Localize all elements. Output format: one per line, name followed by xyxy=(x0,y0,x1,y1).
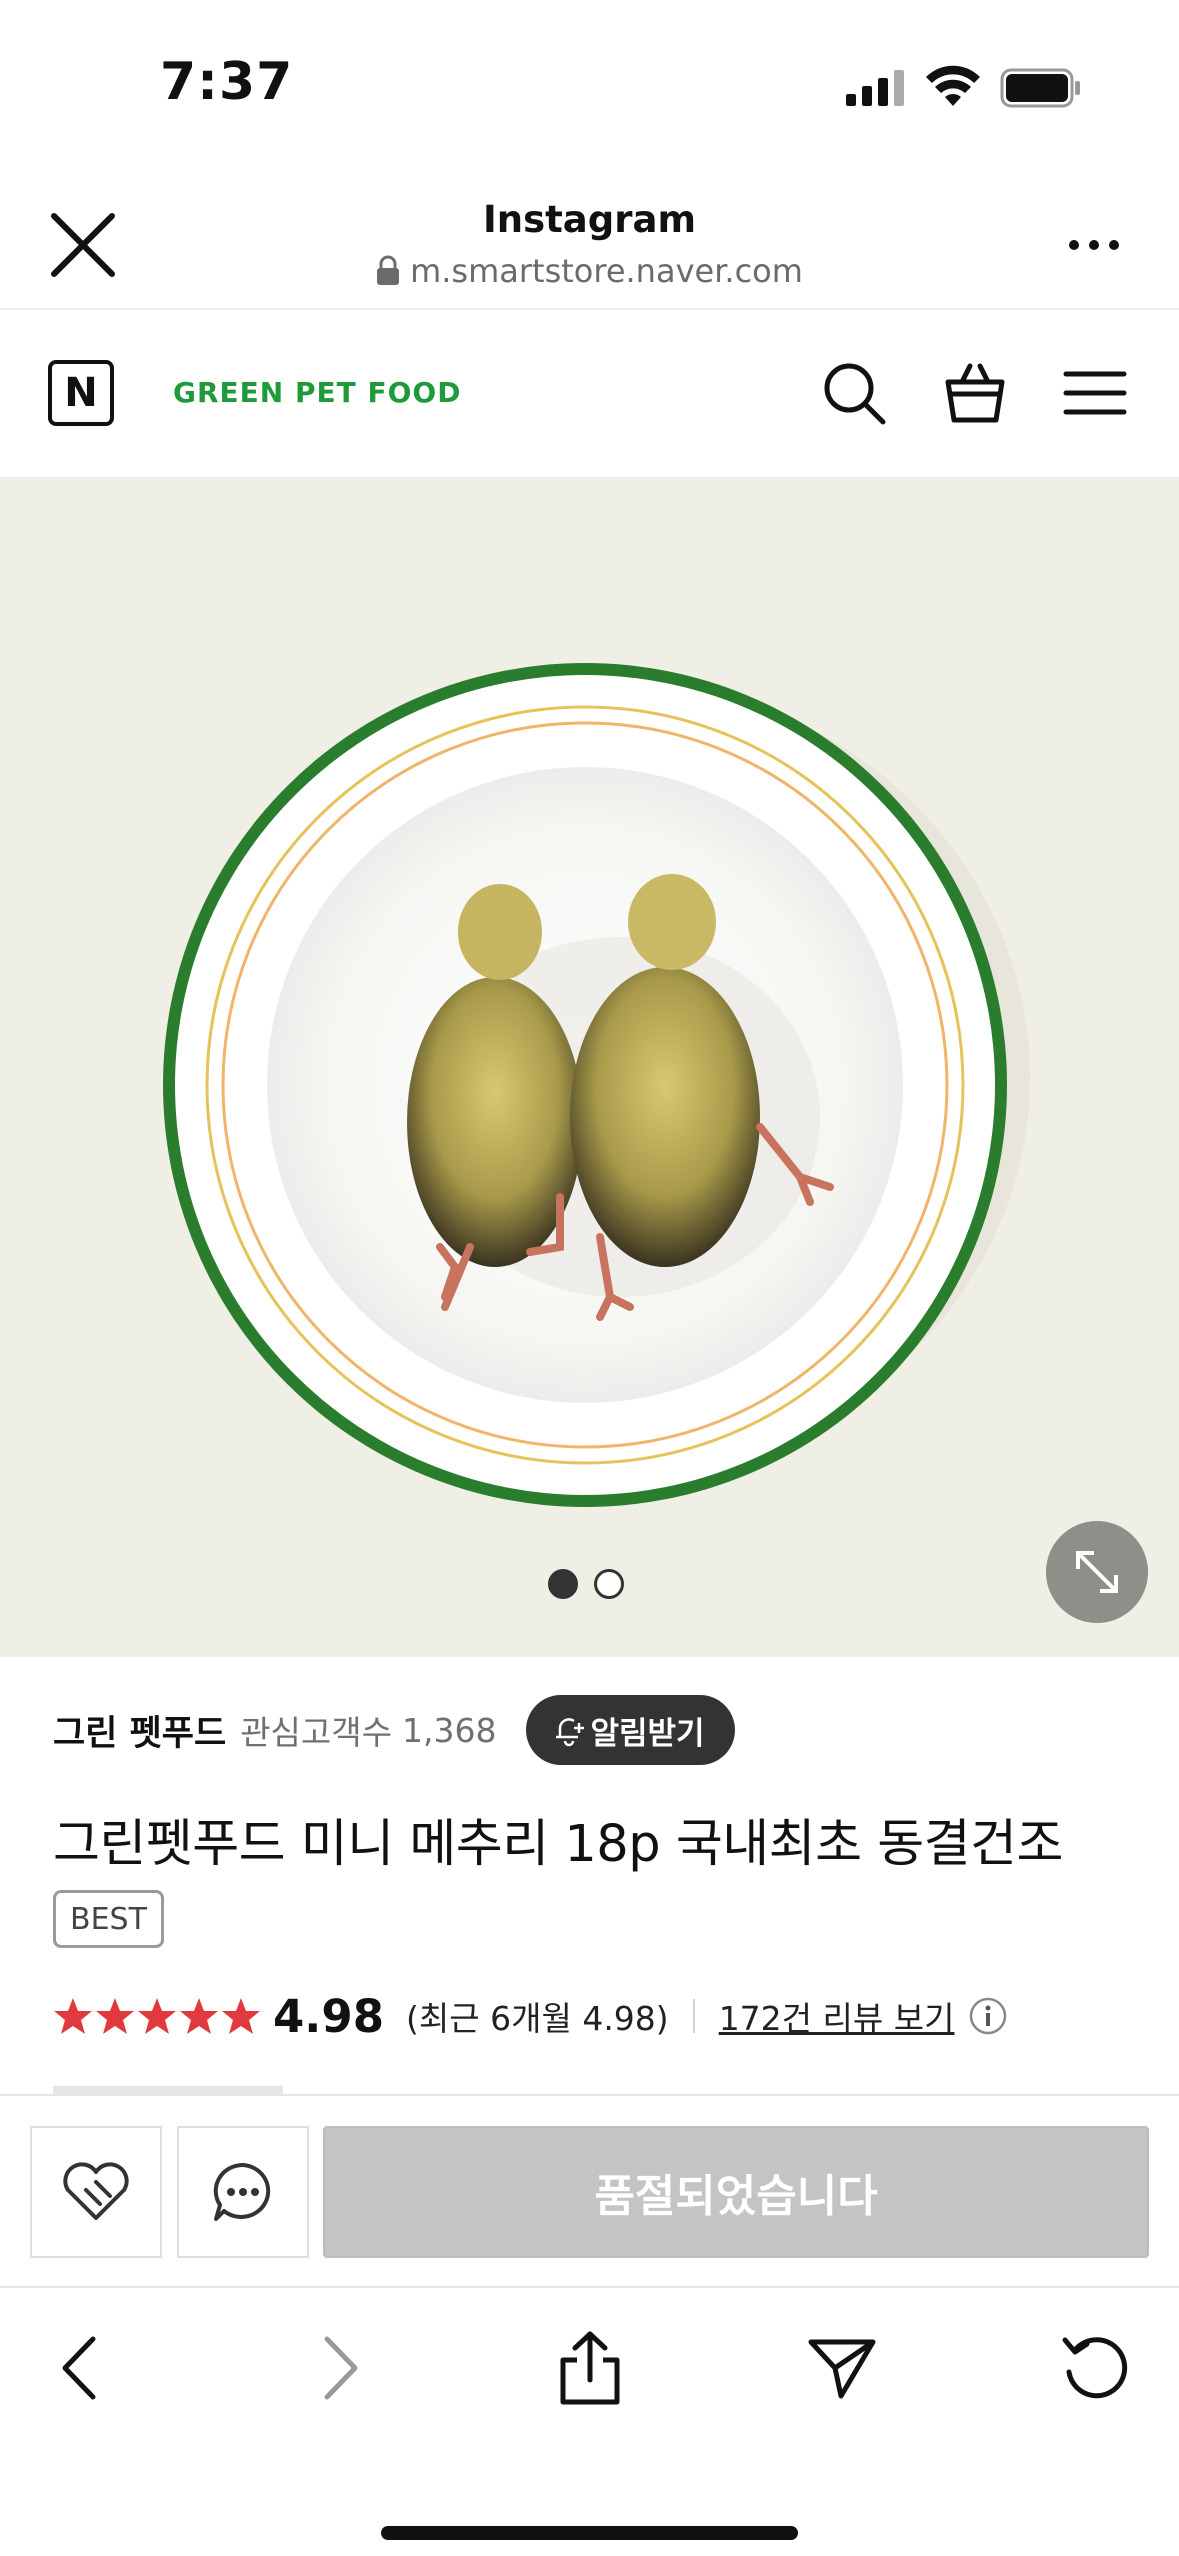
url-text: m.smartstore.naver.com xyxy=(410,252,803,290)
search-icon[interactable] xyxy=(819,358,889,428)
cellular-signal-icon xyxy=(846,70,904,106)
follower-label: 관심고객수 xyxy=(240,1713,392,1752)
bell-plus-icon xyxy=(556,1718,585,1747)
wishlist-button[interactable] xyxy=(30,2126,162,2258)
back-icon xyxy=(62,2336,96,2400)
in-app-browser-header: Instagram m.smartstore.naver.com xyxy=(0,170,1179,310)
status-time: 7:37 xyxy=(160,52,294,112)
recent-rating: (최근 6개월 4.98) xyxy=(406,1999,669,2038)
reload-button[interactable] xyxy=(1055,2328,1135,2408)
expand-icon[interactable] xyxy=(1046,1521,1148,1623)
talk-button[interactable] xyxy=(177,2126,309,2258)
wifi-icon xyxy=(926,65,980,106)
browser-title: Instagram xyxy=(482,198,697,241)
product-photo xyxy=(163,663,1030,1507)
best-badge: BEST xyxy=(53,1890,164,1948)
store-navigation: N GREEN PET FOOD xyxy=(0,312,1179,477)
next-content-peek xyxy=(53,2086,283,2094)
info-icon[interactable] xyxy=(968,1996,1008,2036)
star-icon xyxy=(180,1998,218,2034)
review-link[interactable]: 172건 리뷰 보기 xyxy=(719,1992,955,2040)
follower-count: 1,368 xyxy=(402,1710,497,1750)
store-name[interactable]: GREEN PET FOOD xyxy=(173,376,461,409)
shopping-bag-icon[interactable] xyxy=(940,358,1010,428)
star-icon xyxy=(222,1998,260,2034)
seller-row: 그린 펫푸드 관심고객수 1,368 알림받기 xyxy=(53,1694,735,1766)
star-icon xyxy=(138,1998,176,2034)
more-icon[interactable] xyxy=(1064,230,1124,260)
forward-icon xyxy=(324,2336,358,2400)
soldout-button[interactable]: 품절되었습니다 xyxy=(323,2126,1149,2258)
alert-subscribe-button[interactable]: 알림받기 xyxy=(526,1695,735,1765)
talk-chat-icon xyxy=(213,2162,271,2221)
gallery-dot-1[interactable] xyxy=(548,1569,578,1599)
home-indicator[interactable] xyxy=(381,2526,798,2540)
back-button[interactable] xyxy=(43,2328,123,2408)
product-title: 그린펫푸드 미니 메추리 18p 국내최초 동결건조 xyxy=(53,1815,1063,1874)
url-display[interactable]: m.smartstore.naver.com xyxy=(0,252,1179,290)
share-button[interactable] xyxy=(550,2328,630,2408)
gallery-pagination[interactable] xyxy=(548,1569,624,1599)
product-image-gallery[interactable] xyxy=(0,477,1179,1657)
lock-icon xyxy=(377,255,400,285)
gallery-dot-2[interactable] xyxy=(594,1569,624,1599)
alert-button-label: 알림받기 xyxy=(590,1715,705,1752)
wishlist-heart-icon xyxy=(63,2162,129,2220)
send-icon xyxy=(808,2339,876,2399)
menu-icon[interactable] xyxy=(1060,358,1130,428)
naver-logo[interactable]: N xyxy=(48,360,114,426)
reload-icon xyxy=(1062,2337,1128,2399)
seller-name[interactable]: 그린 펫푸드 xyxy=(53,1705,226,1756)
share-icon xyxy=(560,2331,620,2405)
purchase-bar: 품절되었습니다 xyxy=(0,2094,1179,2286)
star-icon xyxy=(96,1998,134,2034)
star-rating xyxy=(53,1996,261,2036)
battery-icon xyxy=(1000,68,1080,108)
divider xyxy=(692,1999,695,2033)
rating-row: 4.98 (최근 6개월 4.98) 172건 리뷰 보기 xyxy=(53,1986,1008,2046)
rating-value: 4.98 xyxy=(273,1989,385,2043)
status-bar: 7:37 xyxy=(0,0,1179,170)
browser-toolbar xyxy=(0,2286,1179,2556)
send-button[interactable] xyxy=(802,2328,882,2408)
star-icon xyxy=(54,1998,92,2034)
forward-button[interactable] xyxy=(297,2328,377,2408)
